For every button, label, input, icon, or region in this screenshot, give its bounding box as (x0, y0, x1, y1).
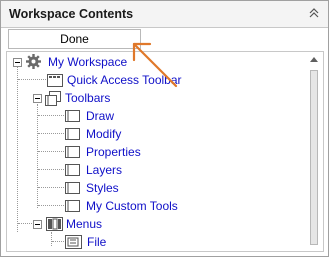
tree-item-properties[interactable]: Properties (7, 144, 297, 160)
tree-item-label: My Custom Tools (86, 199, 178, 213)
tree-item-menus[interactable]: Menus (7, 216, 297, 232)
tree-item-label: Draw (86, 109, 115, 123)
tree-item-label: My Workspace (48, 55, 128, 69)
tree-item-file[interactable]: File (7, 234, 297, 250)
panel-header: Workspace Contents (1, 1, 328, 28)
done-button[interactable]: Done (8, 29, 141, 49)
tree-item-label: Styles (86, 181, 119, 195)
toolbar-icon (65, 200, 80, 216)
tree-item-label: Properties (86, 145, 141, 159)
vertical-scrollbar[interactable] (305, 52, 323, 251)
tree-item-draw[interactable]: Draw (7, 108, 297, 124)
tree-item-label: Modify (86, 127, 122, 141)
workspace-tree: My Workspace Quick Access Toolbar Toolba… (6, 51, 324, 252)
collapse-chevron-icon[interactable] (308, 6, 320, 20)
tree-item-label: Toolbars (65, 91, 111, 105)
collapse-toggle-icon[interactable] (33, 94, 42, 103)
tree-item-label: File (87, 235, 107, 249)
menus-icon (46, 217, 63, 235)
tree-item-quick-access-toolbar[interactable]: Quick Access Toolbar (7, 72, 297, 88)
gear-icon (25, 53, 42, 74)
panel-title: Workspace Contents (9, 7, 134, 21)
menu-icon (65, 235, 82, 251)
tree-item-my-workspace[interactable]: My Workspace (7, 54, 297, 70)
tree-item-label: Layers (86, 163, 123, 177)
tree-item-label: Menus (66, 217, 103, 231)
tree-item-toolbars[interactable]: Toolbars (7, 90, 297, 106)
collapse-toggle-icon[interactable] (33, 220, 42, 229)
toolbar-icon (65, 110, 80, 126)
tree-item-modify[interactable]: Modify (7, 126, 297, 142)
toolbar-icon (65, 182, 80, 198)
scrollbar-thumb[interactable] (310, 70, 318, 245)
toolbar-icon (65, 164, 80, 180)
scroll-up-arrow-icon[interactable] (310, 57, 318, 62)
toolbar-icon (65, 146, 80, 162)
toolbar-icon (65, 128, 80, 144)
tree-item-my-custom-tools[interactable]: My Custom Tools (7, 198, 297, 214)
workspace-contents-panel: Workspace Contents Done My Workspace Qui… (0, 0, 329, 257)
quick-access-toolbar-icon (47, 74, 63, 91)
collapse-toggle-icon[interactable] (13, 58, 22, 67)
tree-item-label: Quick Access Toolbar (67, 73, 182, 87)
tree-item-layers[interactable]: Layers (7, 162, 297, 178)
tree-item-styles[interactable]: Styles (7, 180, 297, 196)
